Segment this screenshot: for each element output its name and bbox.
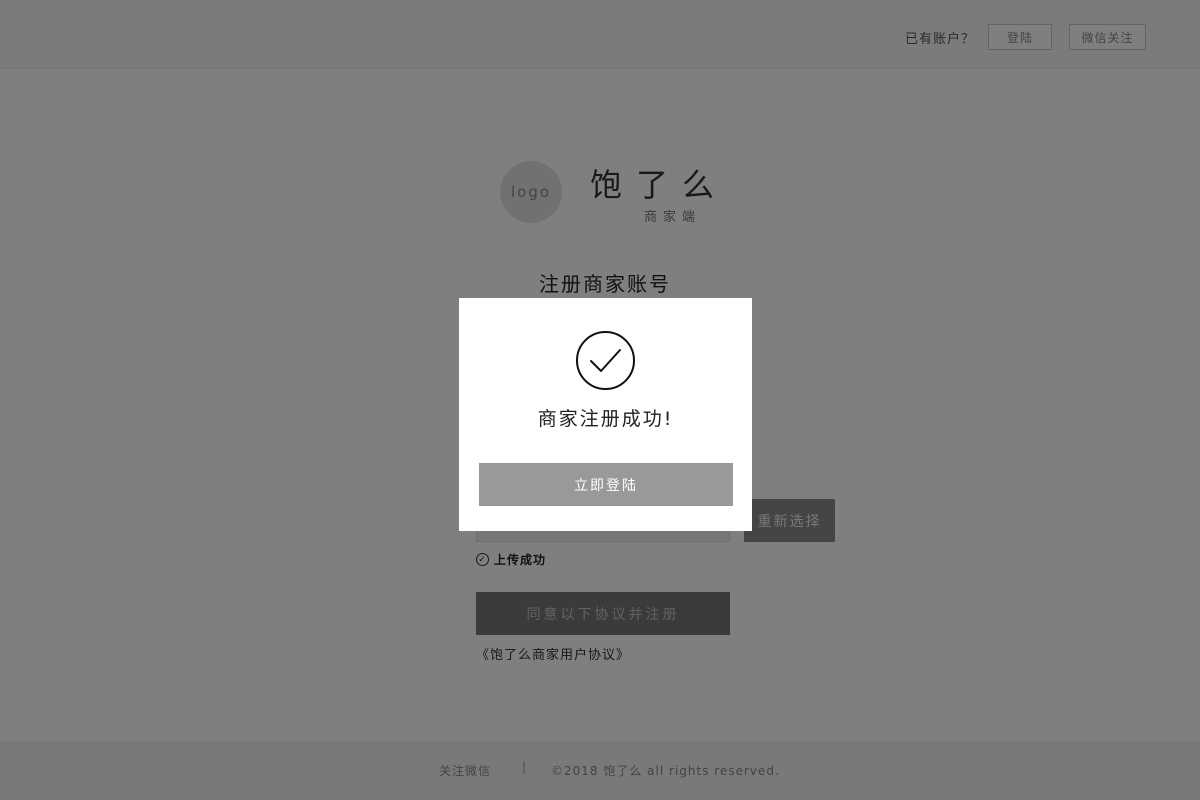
login-now-button[interactable]: 立即登陆: [479, 463, 733, 506]
success-message: 商家注册成功!: [537, 408, 674, 430]
check-circle-icon: [576, 331, 635, 390]
success-dialog: 商家注册成功! 立即登陆: [459, 298, 752, 531]
